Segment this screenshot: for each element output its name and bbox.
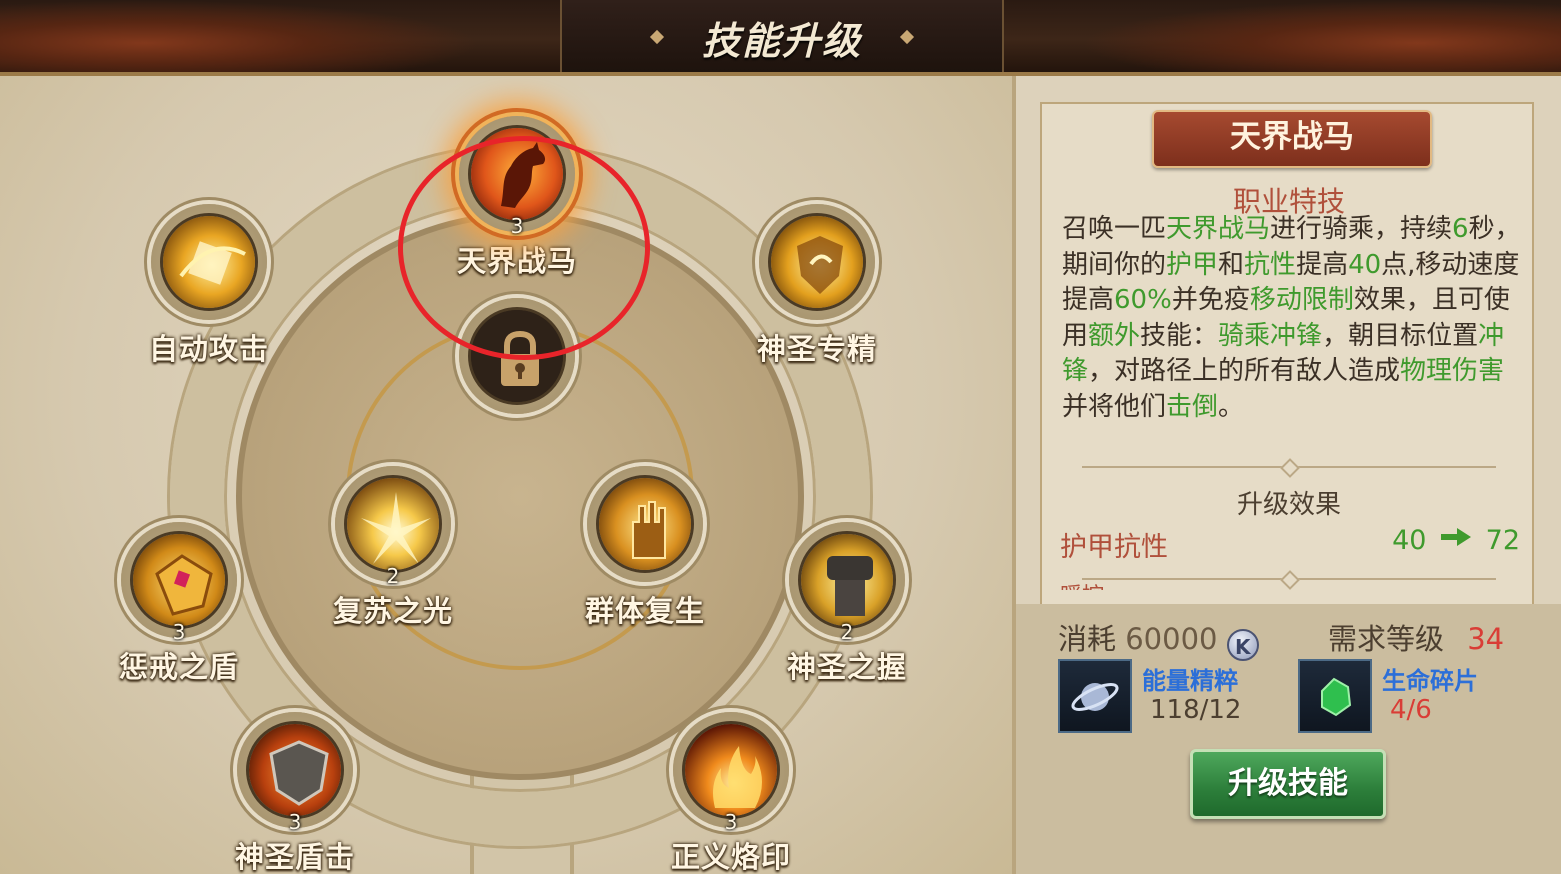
skill-punish-shield[interactable]: 3 惩戒之盾 — [114, 522, 244, 686]
description-keyword: 40 — [1348, 249, 1382, 280]
description-keyword: 物理伤害 — [1400, 356, 1505, 386]
skill-mass-resurrection[interactable]: 群体复生 — [580, 466, 710, 630]
required-level-line: 需求等级 34 — [1328, 616, 1504, 658]
cost-line: 消耗 60000 K — [1058, 616, 1259, 661]
title-ornament-right — [1081, 0, 1561, 72]
cost-amount: 60000 — [1125, 622, 1218, 656]
cost-area: 消耗 60000 K 需求等级 34 能量精粹 118/12 生命碎片 4/6 … — [1016, 604, 1561, 874]
horse-head-icon — [468, 125, 566, 223]
divider — [1082, 466, 1496, 468]
holy-shield-icon — [768, 213, 866, 311]
effect-from: 40 — [1392, 525, 1427, 556]
description-text: 召唤一匹 — [1062, 214, 1167, 244]
description-keyword: 护甲 — [1166, 249, 1219, 280]
description-text: 进行骑乘，持续 — [1270, 214, 1453, 244]
skill-orb: 3 — [121, 522, 237, 644]
skill-name: 神圣之握 — [786, 650, 907, 684]
description-text: ，朝目标位置 — [1322, 320, 1479, 351]
skill-celestial-steed[interactable]: 3 天界战马 — [452, 116, 582, 280]
material-name: 生命碎片 — [1382, 667, 1478, 695]
skill-justice-brand[interactable]: 3 正义烙印 — [666, 712, 796, 874]
lock-icon — [468, 307, 566, 405]
skill-name: 天界战马 — [456, 244, 577, 278]
skill-name: 正义烙印 — [670, 840, 791, 874]
upgrade-effect-title: 升级效果 — [1236, 490, 1341, 520]
cost-label: 消耗 — [1058, 622, 1117, 656]
skill-orb: 2 — [789, 522, 905, 644]
material-count: 118/12 — [1150, 695, 1242, 725]
k-coin-icon: K — [1226, 629, 1259, 661]
skill-name: 复苏之光 — [332, 594, 453, 628]
description-text: 。 — [1218, 391, 1245, 422]
skill-level: 3 — [172, 620, 186, 644]
description-text: 并将他们 — [1062, 391, 1167, 422]
skill-name: 自动攻击 — [148, 332, 269, 366]
skill-holy-mastery[interactable]: 神圣专精 — [752, 204, 882, 368]
skill-orb: 3 — [237, 712, 353, 834]
title-ornament-left — [0, 0, 480, 72]
skill-level: 2 — [840, 620, 854, 644]
gold-cubes-icon — [160, 213, 258, 311]
armored-shield-icon — [246, 721, 344, 819]
description-keyword: 骑乘冲锋 — [1218, 320, 1323, 351]
skill-orb — [587, 466, 703, 582]
skill-holy-shield-bash[interactable]: 3 神圣盾击 — [230, 712, 360, 874]
upgrade-skill-button[interactable]: 升级技能 — [1190, 749, 1386, 819]
skill-orb: 3 — [459, 116, 575, 238]
skill-orb — [151, 204, 267, 320]
skill-name: 神圣专精 — [756, 332, 877, 366]
skill-orb — [459, 298, 575, 414]
skill-name: 神圣盾击 — [234, 840, 355, 874]
arrow-right-icon — [1441, 528, 1472, 546]
skill-level: 3 — [288, 810, 302, 834]
effect-label: 护甲抗性 — [1060, 532, 1168, 563]
skill-detail-panel: 天界战马 职业特技 召唤一匹天界战马进行骑乘，持续6秒，期间你的护甲和抗性提高4… — [1012, 76, 1561, 874]
description-keyword: 抗性 — [1244, 249, 1297, 280]
energy-orb-icon — [1058, 659, 1132, 733]
skill-orb — [759, 204, 875, 320]
material-count: 4/6 — [1390, 695, 1432, 725]
upgrade-effect-row: 护甲抗性 40 72 — [1060, 525, 1520, 564]
green-crystal-icon — [1298, 659, 1372, 733]
skill-level: 3 — [724, 810, 738, 834]
skill-level: 3 — [510, 214, 524, 238]
window-title: 技能升级 — [701, 19, 862, 63]
skill-tree: 3 天界战马 自动攻击 神圣专精 2 复苏之光 群体复生 3 惩戒之盾 2 神圣… — [0, 76, 1012, 874]
skill-locked[interactable] — [452, 298, 582, 414]
description-keyword: 移动限制 — [1249, 285, 1354, 315]
required-level-label: 需求等级 — [1328, 622, 1445, 656]
gem-shield-icon — [130, 531, 228, 629]
divider — [1082, 578, 1496, 580]
required-level-value: 34 — [1467, 622, 1505, 656]
material-name: 能量精粹 — [1142, 667, 1238, 695]
effect-value: 40 72 — [1392, 525, 1520, 556]
description-keyword: 击倒 — [1166, 391, 1219, 422]
description-text: 技能： — [1140, 320, 1219, 351]
skill-name: 惩戒之盾 — [118, 650, 239, 684]
description-keyword: 天界战马 — [1166, 214, 1271, 244]
flame-icon — [682, 721, 780, 819]
skill-level: 2 — [386, 564, 400, 588]
title-bar: 技能升级 — [0, 0, 1561, 76]
skill-auto-attack[interactable]: 自动攻击 — [144, 204, 274, 368]
light-burst-icon — [344, 475, 442, 573]
description-text: 和 — [1218, 249, 1245, 280]
skill-orb: 3 — [673, 712, 789, 834]
fist-icon — [798, 531, 896, 629]
skill-holy-grip[interactable]: 2 神圣之握 — [782, 522, 912, 686]
description-keyword: 额外 — [1088, 320, 1141, 351]
title-plate: 技能升级 — [560, 0, 1004, 72]
description-text: 提高 — [1296, 249, 1349, 280]
description-keyword: 6 — [1452, 214, 1469, 244]
description-keyword: 60% — [1114, 285, 1172, 315]
description-text: 并免疫 — [1171, 285, 1250, 315]
skill-orb: 2 — [335, 466, 451, 588]
description-text: ，对路径上的所有敌人造成 — [1088, 356, 1401, 386]
skill-name-banner: 天界战马 — [1152, 110, 1432, 168]
skill-name: 群体复生 — [584, 594, 705, 628]
skill-revive-light[interactable]: 2 复苏之光 — [328, 466, 458, 630]
golden-hand-icon — [596, 475, 694, 573]
effect-to: 72 — [1485, 525, 1520, 556]
skill-description: 召唤一匹天界战马进行骑乘，持续6秒，期间你的护甲和抗性提高40点,移动速度提高6… — [1062, 212, 1522, 425]
